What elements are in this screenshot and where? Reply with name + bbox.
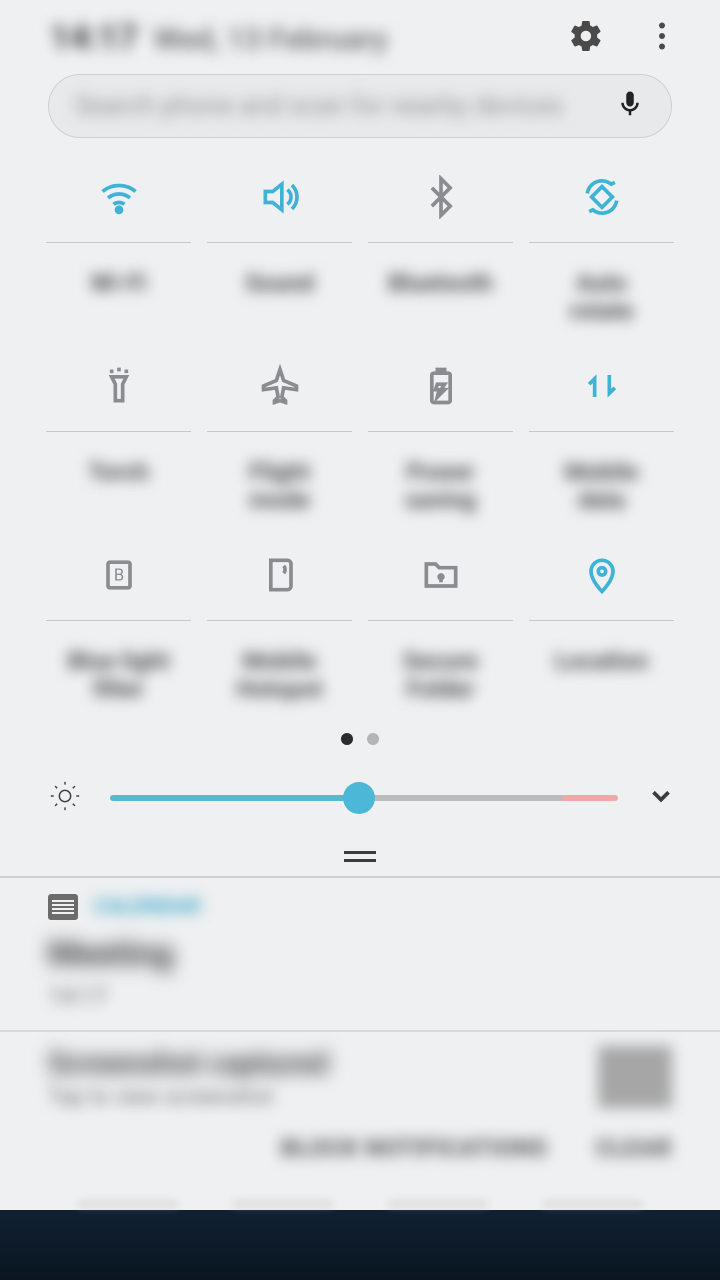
tile-label: Power saving: [405, 458, 476, 516]
rotate-icon: [529, 156, 674, 238]
tile-label: Flight mode: [249, 458, 310, 516]
svg-text:B: B: [113, 567, 123, 586]
time-and-date[interactable]: 14:17 Wed, 13 February: [50, 18, 568, 58]
notification-app-name: CALENDAR: [94, 895, 201, 919]
wifi-icon: [46, 156, 191, 238]
tile-label: Mobile data: [565, 458, 639, 516]
clear-button[interactable]: CLEAR: [596, 1134, 672, 1162]
search-input[interactable]: Search phone and scan for nearby devices: [48, 74, 672, 138]
plane-icon: [207, 345, 352, 427]
brightness-thumb[interactable]: [343, 782, 375, 814]
tile-label: Torch: [88, 458, 149, 516]
tile-label: Blue light filter: [67, 647, 169, 705]
notification-screenshot[interactable]: Screenshot captured Tap to view screensh…: [0, 1032, 720, 1114]
notification-title: Screenshot captured: [48, 1046, 574, 1081]
hotspot-icon: [207, 534, 352, 616]
home-dock-background: [0, 1210, 720, 1280]
location-icon: [529, 534, 674, 616]
clock-time: 14:17: [50, 18, 138, 58]
sound-icon: [207, 156, 352, 238]
tile-blue-light-filter[interactable]: B Blue light filter: [46, 534, 191, 705]
tile-label: Secure Folder: [403, 647, 478, 705]
tile-secure-folder[interactable]: Secure Folder: [368, 534, 513, 705]
notification-calendar[interactable]: CALENDAR Meeting 14:17: [0, 878, 720, 1032]
tile-power-saving[interactable]: Power saving: [368, 345, 513, 516]
pager-dot: [367, 733, 379, 745]
tile-label: Mobile Hotspot: [236, 647, 322, 705]
battery-icon: [368, 345, 513, 427]
clock-date: Wed, 13 February: [154, 22, 388, 57]
more-icon[interactable]: [644, 18, 680, 58]
search-placeholder: Search phone and scan for nearby devices: [75, 91, 615, 121]
brightness-icon: [48, 779, 82, 817]
tile-label: Bluetooth: [388, 269, 493, 327]
mic-icon[interactable]: [615, 89, 645, 123]
notification-title: Meeting: [48, 934, 672, 974]
calendar-icon: [48, 894, 78, 920]
secure-icon: [368, 534, 513, 616]
tile-flight-mode[interactable]: Flight mode: [207, 345, 352, 516]
panel-drag-handle[interactable]: [0, 851, 720, 862]
tile-wifi[interactable]: Wi-Fi: [46, 156, 191, 327]
expand-brightness-icon[interactable]: [646, 781, 676, 815]
quick-settings-grid: Wi-Fi Sound Bluetooth Auto rotate Torch: [0, 146, 720, 723]
bluelight-icon: B: [46, 534, 191, 616]
tile-label: Sound: [245, 269, 314, 327]
brightness-slider[interactable]: [110, 795, 618, 801]
tile-mobile-hotspot[interactable]: Mobile Hotspot: [207, 534, 352, 705]
tile-label: Wi-Fi: [90, 269, 146, 327]
tile-sound[interactable]: Sound: [207, 156, 352, 327]
notification-subtitle: Tap to view screenshot: [48, 1085, 574, 1110]
tile-torch[interactable]: Torch: [46, 345, 191, 516]
tile-location[interactable]: Location: [529, 534, 674, 705]
tile-label: Auto rotate: [569, 269, 633, 327]
tile-bluetooth[interactable]: Bluetooth: [368, 156, 513, 327]
data-icon: [529, 345, 674, 427]
tile-label: Location: [555, 647, 648, 705]
screenshot-thumbnail[interactable]: [598, 1046, 672, 1108]
page-indicator: [0, 733, 720, 745]
settings-icon[interactable]: [568, 18, 604, 58]
tile-auto-rotate[interactable]: Auto rotate: [529, 156, 674, 327]
pager-dot-active: [341, 733, 353, 745]
torch-icon: [46, 345, 191, 427]
bluetooth-icon: [368, 156, 513, 238]
block-notifications-button[interactable]: BLOCK NOTIFICATIONS: [281, 1134, 548, 1162]
tile-mobile-data[interactable]: Mobile data: [529, 345, 674, 516]
notification-time: 14:17: [48, 982, 672, 1010]
